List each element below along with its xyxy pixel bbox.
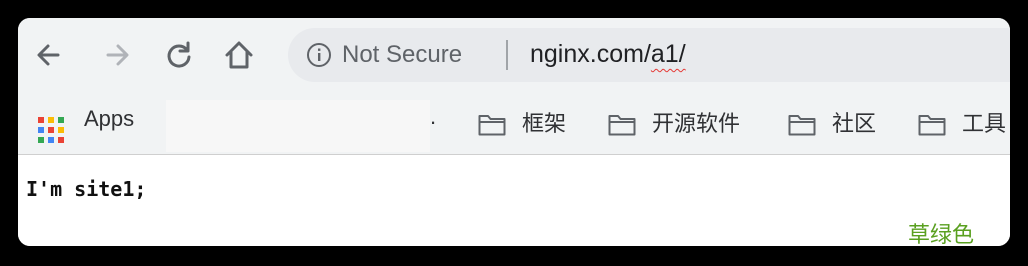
info-icon[interactable] (306, 42, 332, 68)
folder-icon (478, 115, 506, 136)
page-body-text: I'm site1; (26, 177, 147, 201)
reload-icon (167, 41, 191, 68)
folder-icon (918, 115, 946, 136)
redacted-bookmark (166, 100, 430, 152)
url-host: nginx.com/ (530, 40, 651, 68)
folder-icon (608, 115, 636, 136)
omnibox-separator (506, 40, 508, 70)
browser-window: Not Secure nginx.com/a1/ Apps . 框架 开源软件 … (18, 18, 1010, 246)
security-status[interactable]: Not Secure (342, 41, 462, 69)
bookmark-dot: . (430, 104, 437, 129)
forward-button[interactable] (100, 38, 134, 72)
page-content: I'm site1; 草绿色 (18, 155, 1010, 246)
url-path: a1/ (650, 40, 686, 68)
arrow-right-icon (106, 44, 129, 66)
back-button[interactable] (32, 38, 66, 72)
reload-button[interactable] (162, 38, 196, 72)
bookmark-label: 框架 (522, 111, 567, 136)
bookmark-label: 开源软件 (652, 111, 741, 136)
bookmarks-bar: Apps . 框架 开源软件 社区 工具 (18, 94, 1010, 155)
address-bar[interactable]: Not Secure nginx.com/a1/ (288, 28, 1010, 82)
folder-icon (788, 115, 816, 136)
arrow-left-icon (37, 44, 60, 66)
browser-toolbar: Not Secure nginx.com/a1/ (18, 18, 1010, 94)
bookmark-label: 工具 (962, 111, 1007, 136)
caption-text: 草绿色 (908, 222, 975, 246)
home-icon (225, 41, 253, 69)
url-text[interactable]: nginx.com/a1/ (530, 40, 686, 69)
apps-grid-icon[interactable] (38, 117, 64, 143)
bookmark-label: 社区 (832, 111, 877, 136)
home-button[interactable] (222, 38, 256, 72)
apps-shortcut[interactable]: Apps (84, 106, 134, 132)
